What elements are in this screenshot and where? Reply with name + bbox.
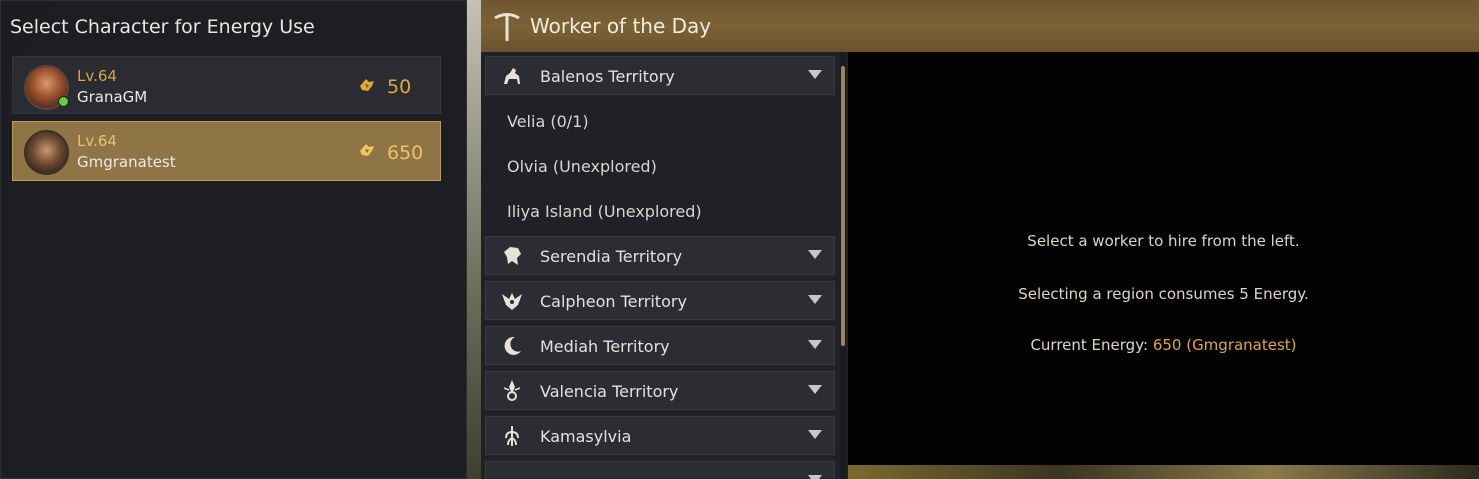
current-energy-text: Current Energy: 650 (Gmgranatest)	[848, 336, 1479, 354]
territory-label: Calpheon Territory	[540, 292, 687, 311]
chevron-down-icon	[808, 340, 822, 349]
energy-value: 50	[387, 76, 412, 98]
energy-cost-text: Selecting a region consumes 5 Energy.	[1018, 285, 1309, 303]
panel-title: Select Character for Energy Use	[10, 16, 315, 38]
character-select-panel: Select Character for Energy Use Lv.64 Gr…	[0, 0, 467, 479]
territory-label: Serendia Territory	[540, 247, 683, 266]
chevron-down-icon	[808, 250, 822, 259]
eagle-crest-icon	[502, 293, 522, 310]
territory-balenos[interactable]: Balenos Territory	[485, 56, 835, 95]
territory-serendia[interactable]: Serendia Territory	[485, 236, 835, 275]
city-velia[interactable]: Velia (0/1)	[507, 112, 589, 131]
online-status-icon	[58, 96, 69, 107]
territory-next-partial[interactable]	[485, 461, 835, 479]
energy-icon	[360, 79, 374, 91]
avatar	[24, 130, 69, 175]
lion-head-icon	[504, 247, 521, 265]
horse-icon	[504, 68, 520, 84]
scrollbar-thumb[interactable]	[841, 66, 845, 346]
territory-mediah[interactable]: Mediah Territory	[485, 326, 835, 365]
instruction-text: Select a worker to hire from the left.	[1027, 232, 1300, 250]
chevron-down-icon	[808, 385, 822, 394]
worker-of-the-day-panel: Worker of the Day Balenos Territory Veli…	[481, 0, 1479, 479]
pickaxe-icon	[494, 13, 520, 41]
territory-valencia[interactable]: Valencia Territory	[485, 371, 835, 410]
panel-header: Worker of the Day	[481, 0, 1479, 53]
territory-label: Balenos Territory	[540, 67, 675, 86]
region-list: Balenos Territory Velia (0/1) Olvia (Une…	[481, 52, 848, 479]
city-iliya-island[interactable]: Iliya Island (Unexplored)	[507, 202, 702, 221]
territory-label: Mediah Territory	[540, 337, 670, 356]
chevron-down-icon	[808, 430, 822, 439]
energy-icon	[360, 144, 374, 156]
territory-label: Valencia Territory	[540, 382, 679, 401]
territory-kamasylvia[interactable]: Kamasylvia	[485, 416, 835, 455]
chevron-down-icon	[808, 475, 822, 479]
character-name: GranaGM	[77, 88, 148, 106]
tree-emblem-icon	[505, 426, 519, 446]
sun-emblem-icon	[503, 380, 521, 401]
character-row-granagm[interactable]: Lv.64 GranaGM 50	[12, 56, 441, 114]
territory-calpheon[interactable]: Calpheon Territory	[485, 281, 835, 320]
worker-info-area: Select a worker to hire from the left. S…	[848, 52, 1479, 465]
current-energy-label: Current Energy:	[1030, 336, 1153, 354]
energy-value: 650	[387, 142, 424, 164]
city-olvia[interactable]: Olvia (Unexplored)	[507, 157, 657, 176]
character-row-gmgranatest[interactable]: Lv.64 Gmgranatest 650	[12, 121, 441, 181]
crescent-moon-icon	[504, 336, 521, 355]
chevron-down-icon	[808, 295, 822, 304]
character-name: Gmgranatest	[77, 153, 176, 171]
current-energy-value: 650 (Gmgranatest)	[1152, 336, 1297, 354]
territory-label: Kamasylvia	[540, 427, 632, 446]
panel-title: Worker of the Day	[530, 14, 712, 38]
character-level: Lv.64	[77, 132, 117, 150]
character-level: Lv.64	[77, 67, 117, 85]
chevron-down-icon	[808, 70, 822, 79]
